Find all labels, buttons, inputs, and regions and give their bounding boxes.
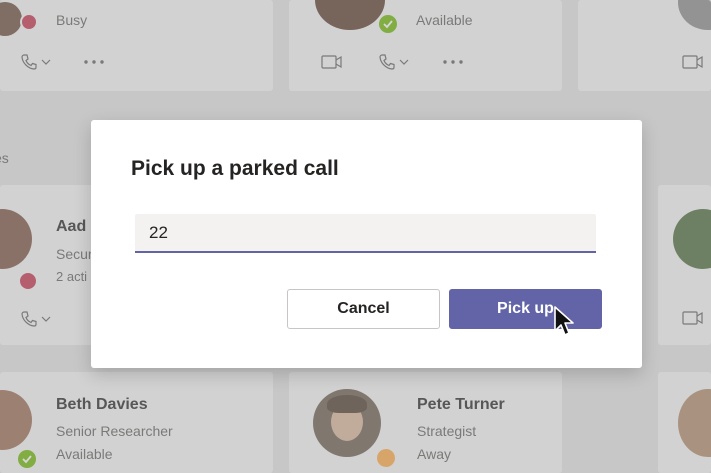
dialog-title: Pick up a parked call bbox=[131, 157, 339, 180]
mouse-cursor-icon bbox=[554, 306, 574, 336]
park-code-input[interactable] bbox=[135, 214, 596, 253]
pickup-button[interactable]: Pick up bbox=[449, 289, 602, 329]
cancel-button[interactable]: Cancel bbox=[287, 289, 440, 329]
